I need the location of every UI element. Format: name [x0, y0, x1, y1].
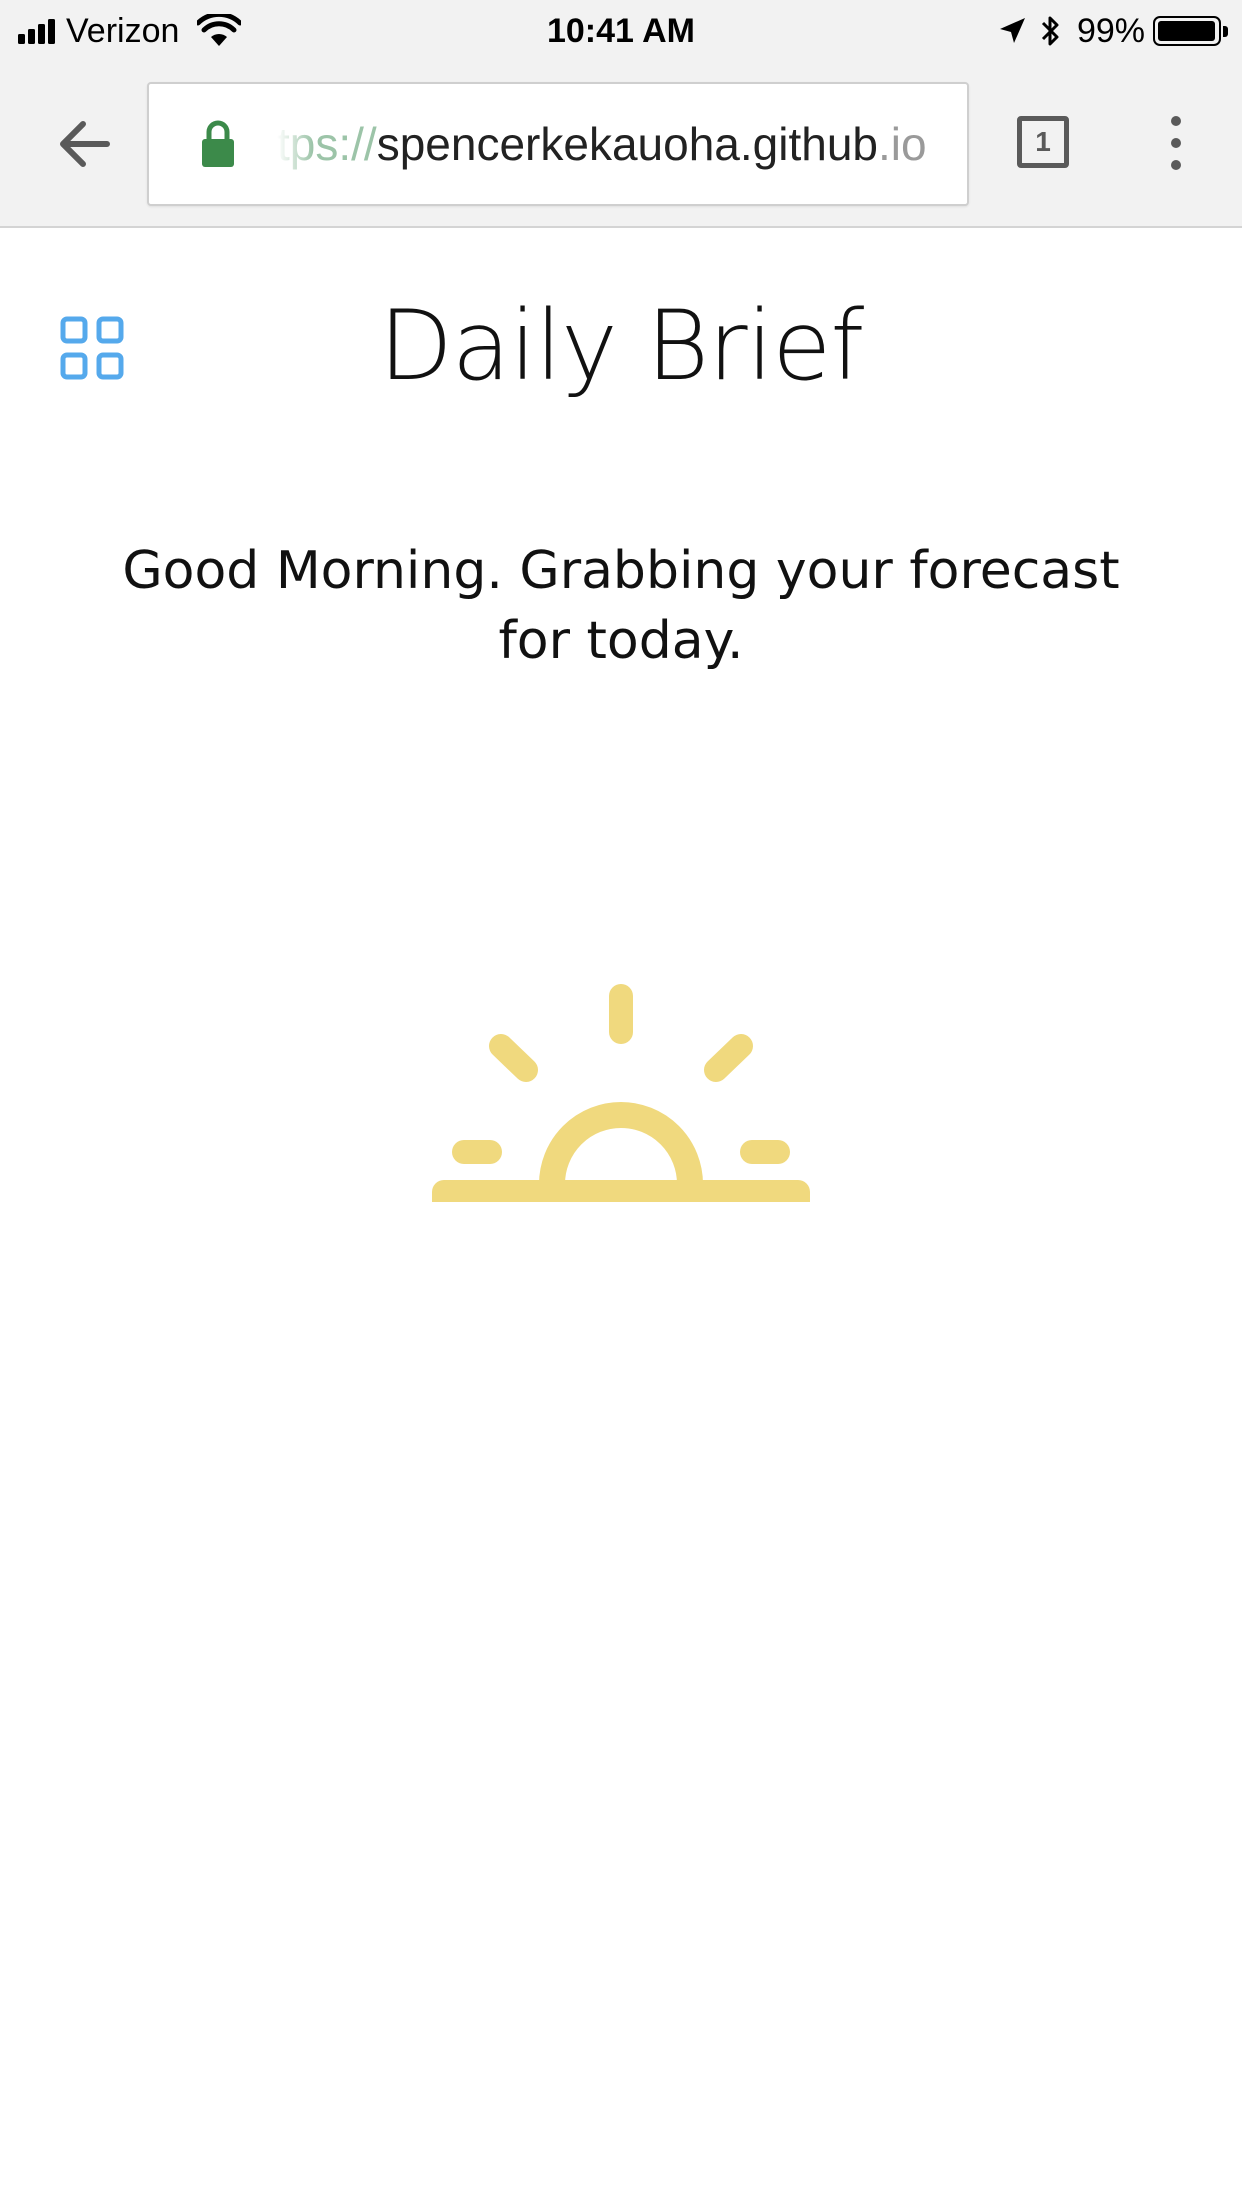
browser-chrome: Verizon 10:41 AM 99% tps://spencerkekauo…	[0, 0, 1242, 228]
status-right: 99%	[997, 10, 1228, 52]
greeting-message: Good Morning. Grabbing your forecast for…	[122, 541, 1120, 671]
location-arrow-icon	[999, 18, 1025, 43]
battery-tip	[1223, 25, 1228, 37]
back-button[interactable]	[52, 112, 116, 176]
tab-switcher-icon[interactable]: 1	[1017, 116, 1069, 168]
sunrise-icon	[432, 984, 810, 1202]
url-bar[interactable]: tps://spencerkekauoha.github.io	[147, 82, 969, 206]
url-text: tps://spencerkekauoha.github.io	[277, 84, 957, 204]
url-tail: .io	[877, 118, 927, 170]
battery-percent: 99%	[1076, 11, 1145, 50]
url-host: spencerkekauoha.github	[376, 118, 878, 170]
page-title: Daily Brief	[378, 290, 864, 402]
more-menu-icon[interactable]	[1160, 116, 1192, 170]
battery-level	[1158, 21, 1216, 41]
bluetooth-icon	[1041, 16, 1059, 46]
tab-count: 1	[1035, 126, 1051, 157]
back-arrow-icon	[60, 121, 110, 167]
battery-icon	[1153, 16, 1221, 46]
url-fade	[277, 84, 313, 204]
status-bar: Verizon 10:41 AM 99%	[0, 0, 1242, 62]
lock-icon	[202, 120, 234, 167]
